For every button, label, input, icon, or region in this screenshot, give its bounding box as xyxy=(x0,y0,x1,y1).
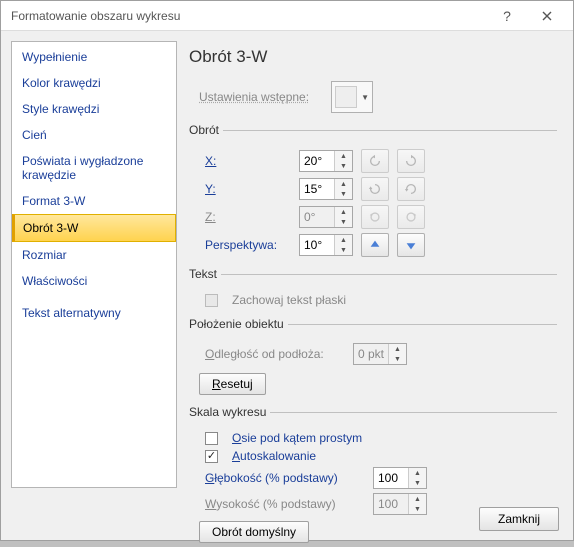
z-rotate-ccw-button xyxy=(361,205,389,229)
x-input[interactable] xyxy=(300,151,334,171)
sidebar-item-shadow[interactable]: Cień xyxy=(12,122,176,148)
perspective-spinner-arrows[interactable]: ▲▼ xyxy=(334,235,352,255)
presets-dropdown[interactable]: ▼ xyxy=(331,81,373,113)
right-angle-checkbox[interactable] xyxy=(205,432,218,445)
dialog-body: Wypełnienie Kolor krawędzi Style krawędz… xyxy=(1,31,573,498)
rotate-ccw-icon xyxy=(368,210,382,224)
perspective-wide-button[interactable] xyxy=(397,233,425,257)
sidebar-item-3d-format[interactable]: Format 3-W xyxy=(12,188,176,214)
text-legend: Tekst xyxy=(189,267,221,281)
close-icon xyxy=(542,11,552,21)
position-legend: Położenie obiektu xyxy=(189,317,288,331)
arrow-up-icon xyxy=(368,238,382,252)
scale-legend: Skala wykresu xyxy=(189,405,270,419)
depth-input[interactable] xyxy=(374,468,408,488)
sidebar-item-fill[interactable]: Wypełnienie xyxy=(12,44,176,70)
x-spinner-arrows[interactable]: ▲▼ xyxy=(334,151,352,171)
rotation-group: Obrót X: ▲▼ Y: xyxy=(189,123,557,261)
z-rotate-cw-button xyxy=(397,205,425,229)
y-spinner[interactable]: ▲▼ xyxy=(299,178,353,200)
presets-label: Ustawienia wstępne: xyxy=(199,90,309,104)
z-spinner-arrows: ▲▼ xyxy=(334,207,352,227)
y-spinner-arrows[interactable]: ▲▼ xyxy=(334,179,352,199)
content-panel: Obrót 3-W Ustawienia wstępne: ▼ Obrót X:… xyxy=(187,41,563,488)
sidebar-item-alt-text[interactable]: Tekst alternatywny xyxy=(12,300,176,326)
depth-spinner[interactable]: ▲▼ xyxy=(373,467,427,489)
distance-spinner: ▲▼ xyxy=(353,343,407,365)
autoscale-checkbox[interactable] xyxy=(205,450,218,463)
depth-label: Głębokość (% podstawy) xyxy=(205,471,365,485)
keep-text-flat-label: Zachowaj tekst płaski xyxy=(232,293,346,307)
perspective-label: Perspektywa: xyxy=(205,238,291,252)
chevron-down-icon: ▼ xyxy=(361,93,369,102)
window-title: Formatowanie obszaru wykresu xyxy=(11,9,487,23)
titlebar: Formatowanie obszaru wykresu ? xyxy=(1,1,573,31)
y-rotate-up-button[interactable] xyxy=(361,177,389,201)
depth-spinner-arrows[interactable]: ▲▼ xyxy=(408,468,426,488)
keep-text-flat-checkbox xyxy=(205,294,218,307)
sidebar-item-3d-rotation[interactable]: Obrót 3-W xyxy=(12,214,176,242)
autoscale-label: Autoskalowanie xyxy=(232,449,316,463)
arrow-down-icon xyxy=(404,238,418,252)
close-button[interactable] xyxy=(527,2,567,30)
z-input xyxy=(300,207,334,227)
z-spinner: ▲▼ xyxy=(299,206,353,228)
sidebar-item-glow[interactable]: Poświata i wygładzone krawędzie xyxy=(12,148,176,188)
rotate-cw-icon xyxy=(404,210,418,224)
right-angle-label: Osie pod kątem prostym xyxy=(232,431,362,445)
distance-label: Odległość od podłoża: xyxy=(205,347,345,361)
perspective-narrow-button[interactable] xyxy=(361,233,389,257)
close-dialog-button[interactable]: Zamknij xyxy=(479,507,559,531)
rotate-right-icon xyxy=(404,154,418,168)
sidebar-item-properties[interactable]: Właściwości xyxy=(12,268,176,294)
distance-spinner-arrows: ▲▼ xyxy=(388,344,406,364)
category-sidebar: Wypełnienie Kolor krawędzi Style krawędz… xyxy=(11,41,177,488)
position-group: Położenie obiektu Odległość od podłoża: … xyxy=(189,317,557,399)
panel-title: Obrót 3-W xyxy=(189,47,557,67)
x-rotate-right-button[interactable] xyxy=(397,149,425,173)
rotation-legend: Obrót xyxy=(189,123,223,137)
x-spinner[interactable]: ▲▼ xyxy=(299,150,353,172)
text-group: Tekst Zachowaj tekst płaski xyxy=(189,267,557,311)
dialog-window: Formatowanie obszaru wykresu ? Wypełnien… xyxy=(0,0,574,541)
perspective-spinner[interactable]: ▲▼ xyxy=(299,234,353,256)
rotate-up-icon xyxy=(368,182,382,196)
y-label: Y: xyxy=(205,182,291,196)
distance-input xyxy=(354,344,388,364)
x-rotate-left-button[interactable] xyxy=(361,149,389,173)
z-label: Z: xyxy=(205,210,291,224)
rotate-down-icon xyxy=(404,182,418,196)
sidebar-item-border-color[interactable]: Kolor krawędzi xyxy=(12,70,176,96)
reset-button[interactable]: Resetuj xyxy=(199,373,266,395)
dialog-footer: Zamknij xyxy=(1,498,573,540)
sidebar-item-border-styles[interactable]: Style krawędzi xyxy=(12,96,176,122)
perspective-input[interactable] xyxy=(300,235,334,255)
rotate-left-icon xyxy=(368,154,382,168)
y-rotate-down-button[interactable] xyxy=(397,177,425,201)
help-button[interactable]: ? xyxy=(487,2,527,30)
x-label: X: xyxy=(205,154,291,168)
preset-swatch-icon xyxy=(335,86,357,108)
sidebar-item-size[interactable]: Rozmiar xyxy=(12,242,176,268)
y-input[interactable] xyxy=(300,179,334,199)
